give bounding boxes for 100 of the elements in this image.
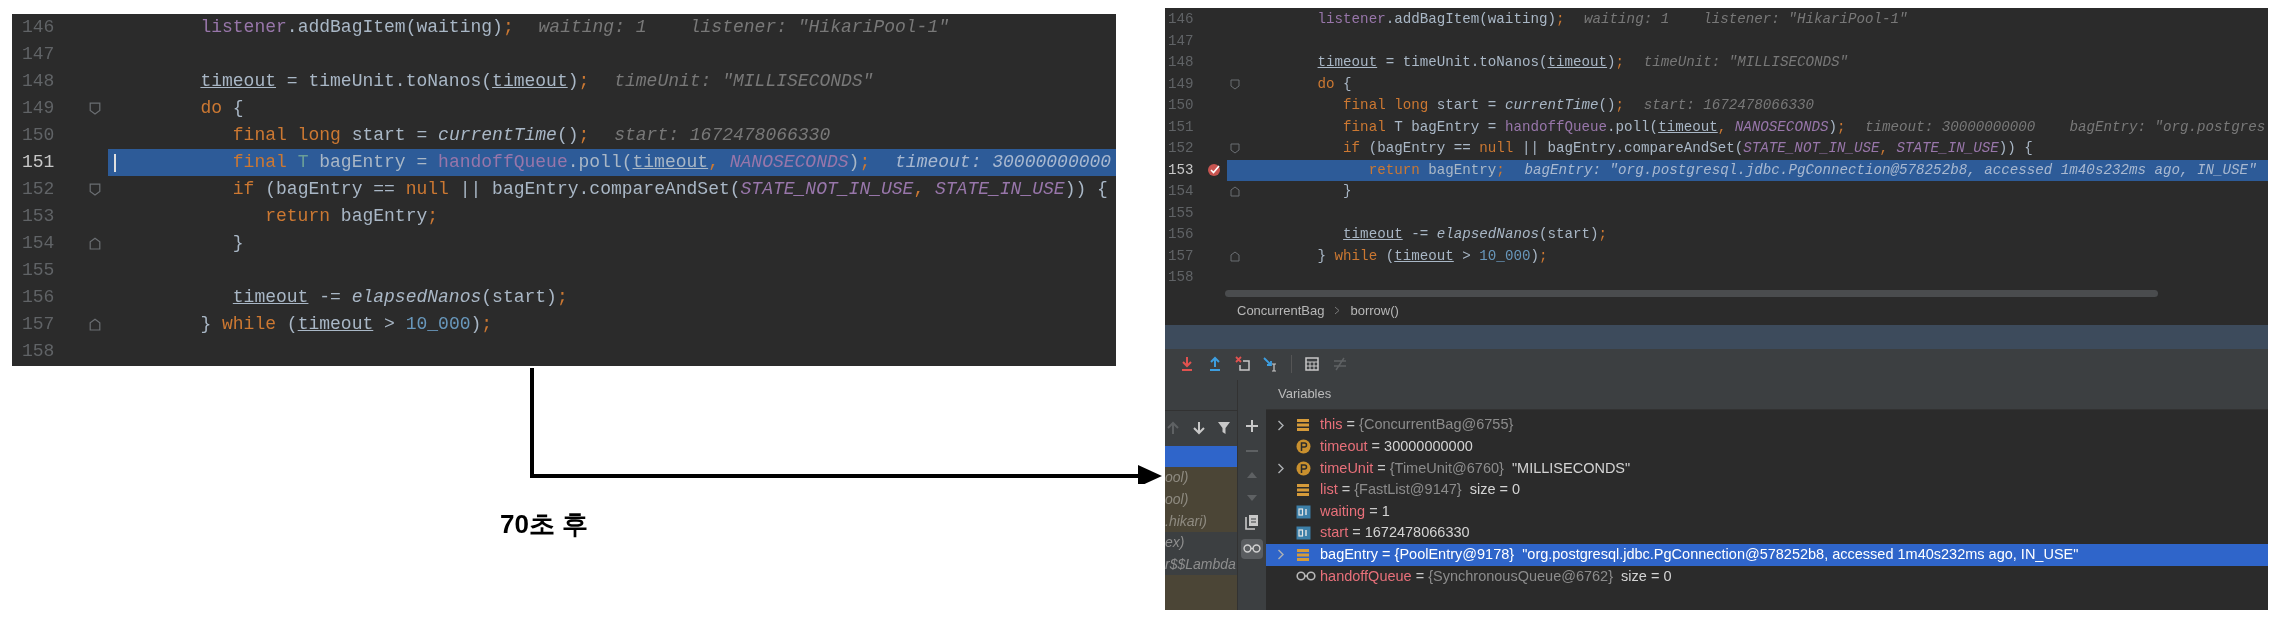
breadcrumb-item[interactable]: ConcurrentBag [1237, 300, 1325, 321]
line-number: 151 [1167, 117, 1195, 137]
copy-icon[interactable] [1245, 513, 1259, 530]
inline-value-hint: timeout: 30000000000 [1865, 117, 2036, 137]
line-number: 158 [21, 340, 56, 363]
selected-frame-row[interactable] [1165, 445, 1237, 468]
field-icon [1296, 418, 1310, 433]
parameter-icon [1296, 439, 1311, 455]
code-line: timeout -= elapsedNanos(start); [1342, 225, 1608, 245]
variable-entry[interactable]: bagEntry = {PoolEntry@9178} "org.postgresql.jdbc.PgConnection@578252b8, accessed 1m40s232ms ago, IN_USE" [1320, 544, 2079, 566]
arrow-up-icon[interactable] [1165, 420, 1181, 436]
drop-frame-icon[interactable] [1235, 356, 1251, 372]
line-number: 146 [21, 16, 56, 39]
variable-row-highlight[interactable]: bagEntry = {PoolEntry@9178} "org.postgresql.jdbc.PgConnection@578252b8, accessed 1m40s232ms ago, IN_USE" [1266, 544, 2268, 566]
inline-value-hint: waiting: 1 [538, 16, 647, 39]
run-to-cursor-icon[interactable] [1263, 356, 1279, 372]
line-number: 151 [21, 151, 56, 174]
code-line: listener.addBagItem(waiting); [199, 16, 514, 39]
fold-marker-icon[interactable] [1230, 186, 1240, 198]
transition-label: 70초 후 [500, 508, 589, 541]
line-number: 154 [21, 232, 56, 255]
step-into-icon[interactable] [1179, 356, 1195, 372]
code-line: final long start = currentTime(); [231, 124, 590, 147]
chevron-right-icon[interactable] [1277, 463, 1285, 474]
line-number: 156 [1167, 225, 1195, 245]
line-number: 155 [21, 259, 56, 282]
fold-marker-icon[interactable] [89, 101, 101, 116]
line-number: 152 [1167, 139, 1195, 159]
line-number: 150 [21, 124, 56, 147]
fold-marker-icon[interactable] [1230, 78, 1240, 90]
horizontal-scrollbar[interactable] [1225, 290, 2158, 297]
code-line: timeout = timeUnit.toNanos(timeout); [199, 70, 590, 93]
line-number: 147 [21, 43, 56, 66]
step-out-icon[interactable] [1207, 356, 1223, 372]
variable-icon [1296, 504, 1311, 519]
line-number: 148 [21, 70, 56, 93]
code-line: } [1342, 182, 1352, 202]
code-line: } while (timeout > 10_000); [199, 313, 493, 336]
line-number: 155 [1167, 203, 1195, 223]
inline-value-hint: start: 1672478066330 [1643, 96, 1814, 116]
inline-value-hint: bagEntry: "org.postgres [2069, 117, 2266, 137]
breakpoint-icon[interactable] [1207, 163, 1221, 178]
variable-entry[interactable]: timeout = 30000000000 [1320, 436, 1473, 458]
inline-value-hint: timeout: 30000000000 [895, 151, 1112, 174]
inline-value-hint: listener: "HikariPool-1" [689, 16, 949, 39]
code-line: } [231, 232, 244, 255]
code-line: if (bagEntry == null || bagEntry.compareAndSet(STATE_NOT_IN_USE, STATE_IN_USE)) { [1342, 139, 2033, 159]
variable-entry[interactable]: timeUnit = {TimeUnit@6760} "MILLISECONDS" [1320, 457, 1631, 480]
code-line: if (bagEntry == null || bagEntry.compareAndSet(STATE_NOT_IN_USE, STATE_IN_USE)) { [231, 178, 1108, 201]
variable-icon [1296, 526, 1311, 541]
fold-marker-icon[interactable] [89, 236, 101, 251]
variable-entry[interactable]: this = {ConcurrentBag@6755} [1320, 414, 1514, 437]
code-line: } while (timeout > 10_000); [1316, 246, 1548, 266]
field-icon [1296, 483, 1310, 498]
line-number: 149 [1167, 74, 1195, 94]
code-line: do { [199, 97, 244, 120]
code-line: final long start = currentTime(); [1342, 96, 1625, 116]
line-number: 157 [21, 313, 56, 336]
calculator-icon[interactable] [1304, 356, 1320, 372]
line-number: 158 [1167, 268, 1195, 288]
glasses-icon [1243, 544, 1261, 553]
breadcrumb-item[interactable]: borrow() [1350, 300, 1399, 321]
inline-value-hint: timeUnit: "MILLISECONDS" [614, 70, 874, 93]
fold-marker-icon[interactable] [1230, 143, 1240, 155]
inline-value-hint: listener: "HikariPool-1" [1703, 10, 1908, 30]
variable-entry[interactable]: list = {FastList@9147} size = 0 [1320, 479, 1521, 501]
line-number: 152 [21, 178, 56, 201]
inline-value-hint: timeUnit: "MILLISECONDS" [1643, 53, 1848, 73]
line-number: 156 [21, 286, 56, 309]
code-line: timeout = timeUnit.toNanos(timeout); [1316, 53, 1625, 73]
glasses-icon [1296, 571, 1316, 582]
code-line: do { [1316, 74, 1352, 94]
line-number: 153 [1167, 160, 1195, 180]
fold-marker-icon[interactable] [1230, 250, 1240, 262]
code-line: timeout -= elapsedNanos(start); [231, 286, 568, 309]
glasses-toggle[interactable] [1241, 538, 1263, 559]
inline-value-hint: waiting: 1 [1584, 10, 1670, 30]
code-line: final T bagEntry = handoffQueue.poll(timeout, NANOSECONDS); [1342, 117, 1846, 137]
variable-entry[interactable]: start = 1672478066330 [1320, 522, 1470, 545]
inline-value-hint: start: 1672478066330 [614, 124, 831, 147]
variable-entry[interactable]: handoffQueue = {SynchronousQueue@6762} size = 0 [1320, 565, 1672, 588]
chevron-right-icon [1334, 306, 1341, 315]
code-line: return bagEntry; [1367, 160, 1505, 180]
plus-icon[interactable] [1244, 417, 1260, 434]
inline-value-hint: bagEntry: "org.postgresql.jdbc.PgConnection@578252b8, accessed 1m40s232ms ago, IN_USE" [1524, 160, 2257, 180]
fold-marker-icon[interactable] [89, 182, 101, 197]
filter-icon[interactable] [1217, 421, 1231, 435]
frames-background [1165, 575, 1237, 610]
fold-marker-icon[interactable] [89, 317, 101, 332]
variable-entry[interactable]: waiting = 1 [1320, 500, 1390, 523]
code-line: listener.addBagItem(waiting); [1316, 10, 1565, 30]
line-number: 148 [1167, 53, 1195, 73]
parameter-icon [1296, 461, 1311, 476]
line-number: 146 [1167, 10, 1195, 30]
line-number: 147 [1167, 31, 1195, 51]
chevron-right-icon[interactable] [1277, 419, 1285, 431]
code-line: return bagEntry; [264, 205, 439, 228]
arrow-down-icon[interactable] [1191, 420, 1207, 436]
code-line: final T bagEntry = handoffQueue.poll(timeout, NANOSECONDS); [231, 151, 871, 174]
variables-title: Variables [1278, 385, 1332, 404]
